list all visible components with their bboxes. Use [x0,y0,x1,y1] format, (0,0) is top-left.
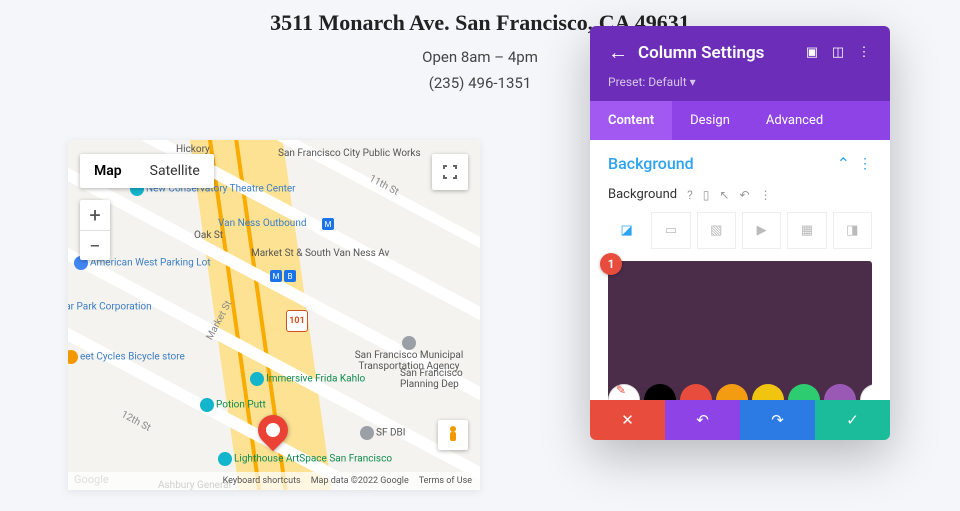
poi-frida[interactable]: Immersive Frida Kahlo [248,372,365,386]
zoom-out-button[interactable]: − [80,230,110,260]
redo-button[interactable]: ↷ [740,400,815,440]
color-swatch[interactable]: 1 [608,261,872,400]
poi-potion-putt[interactable]: Potion Putt [198,398,266,412]
poi-planning[interactable]: San Francisco Planning Dep [400,368,480,390]
transit-icon: B [284,270,296,282]
map-type-map[interactable]: Map [80,154,136,188]
undo-button[interactable]: ↶ [665,400,740,440]
panel-footer: ✕ ↶ ↷ ✓ [590,400,890,440]
background-type-tabs: ◪ ▭ ▧ ▶ ▦ ◨ [608,212,872,249]
bg-mask-tab[interactable]: ◨ [833,212,872,249]
reset-icon[interactable]: ↶ [739,188,749,202]
poi-icon [250,372,264,386]
tab-content[interactable]: Content [590,101,672,140]
expand-icon[interactable]: ▣ [804,45,820,61]
kebab-icon[interactable]: ⋮ [760,188,772,202]
gov-icon [360,426,374,440]
color-picker-button[interactable] [608,384,640,400]
option-label: Background [608,187,677,202]
panel-tabs: Content Design Advanced [590,101,890,140]
palette-orange[interactable] [716,384,748,400]
poi-sfmta[interactable]: San Francisco Municipal Transportation A… [338,336,480,372]
poi-label: Star Park Corporation [68,302,152,313]
bg-color-tab[interactable]: ◪ [608,212,645,249]
poi-eet-cycles[interactable]: eet Cycles Bicycle store [68,350,185,364]
settings-panel: ← Column Settings ▣ ◫ ⋮ Preset: Default … [590,26,890,440]
color-palette [608,384,872,400]
map-footer: Keyboard shortcuts Map data ©2022 Google… [68,472,480,490]
tab-design[interactable]: Design [672,101,748,140]
panel-body: Background ⌃ ⋮ Background ? ▯ ↖ ↶ ⋮ ◪ ▭ … [590,140,890,400]
poi-icon [218,452,232,466]
save-button[interactable]: ✓ [815,400,890,440]
map-type-switch: Map Satellite [80,154,214,188]
pegman-icon [445,425,461,445]
poi-sfdbi[interactable]: SF DBI [358,426,405,440]
poi-vanness-outbound[interactable]: Van Ness Outbound [218,218,306,229]
poi-market-south-vanness[interactable]: Market St & South Van Ness Av [251,248,389,259]
poi-lighthouse[interactable]: Lighthouse ArtSpace San Francisco [216,452,392,466]
panel-header: ← Column Settings ▣ ◫ ⋮ [590,26,890,75]
step-badge: 1 [600,253,622,275]
street-label-12th: 12th St [119,409,152,434]
back-button[interactable]: ← [608,40,628,65]
cancel-button[interactable]: ✕ [590,400,665,440]
palette-purple[interactable] [824,384,856,400]
preset-selector[interactable]: Preset: Default ▾ [590,75,890,101]
bg-image-tab[interactable]: ▧ [697,212,736,249]
streetview-pegman[interactable] [438,420,468,450]
map-container: San Francisco City Public Works New Cons… [68,140,480,490]
poi-sf-public-works[interactable]: San Francisco City Public Works [278,148,421,159]
palette-green[interactable] [788,384,820,400]
poi-label: Lighthouse ArtSpace San Francisco [234,454,392,465]
section-header[interactable]: Background ⌃ ⋮ [608,154,872,173]
hover-icon[interactable]: ↖ [719,188,729,202]
panel-title: Column Settings [638,43,794,63]
poi-icon [200,398,214,412]
palette-red[interactable] [680,384,712,400]
transit-icon: M [270,270,282,282]
palette-yellow[interactable] [752,384,784,400]
chevron-up-icon[interactable]: ⌃ [837,154,850,173]
shop-icon [68,350,78,364]
palette-wrap [590,384,890,400]
map-data-attribution: Map data ©2022 Google [311,476,409,486]
layout-icon[interactable]: ◫ [830,45,846,61]
palette-white[interactable] [860,384,872,400]
transit-icon: M [322,218,334,230]
street-label-oak: Oak St [194,230,223,241]
zoom-in-button[interactable]: + [80,200,110,230]
device-icon[interactable]: ▯ [703,188,710,202]
kebab-icon[interactable]: ⋮ [856,45,872,61]
poi-label: eet Cycles Bicycle store [80,352,185,363]
bg-gradient-tab[interactable]: ▭ [651,212,690,249]
help-icon[interactable]: ? [687,188,693,202]
keyboard-shortcuts-link[interactable]: Keyboard shortcuts [223,476,301,486]
highway-shield: 101 [286,310,308,332]
gov-icon [402,336,416,350]
zoom-controls: + − [80,200,110,260]
tab-advanced[interactable]: Advanced [748,101,841,140]
fullscreen-button[interactable] [432,154,468,190]
section-title: Background [608,154,694,173]
map-type-satellite[interactable]: Satellite [136,154,214,188]
kebab-icon[interactable]: ⋮ [858,156,872,172]
bg-video-tab[interactable]: ▶ [742,212,781,249]
fullscreen-icon [443,165,457,179]
map[interactable]: San Francisco City Public Works New Cons… [68,140,480,490]
palette-black[interactable] [644,384,676,400]
poi-starpark[interactable]: Star Park Corporation [68,300,152,314]
poi-label: Immersive Frida Kahlo [266,374,365,385]
terms-link[interactable]: Terms of Use [419,476,472,486]
option-row: Background ? ▯ ↖ ↶ ⋮ [608,187,872,202]
bg-pattern-tab[interactable]: ▦ [787,212,826,249]
poi-label: SF DBI [376,428,405,439]
poi-label: Potion Putt [216,400,266,411]
